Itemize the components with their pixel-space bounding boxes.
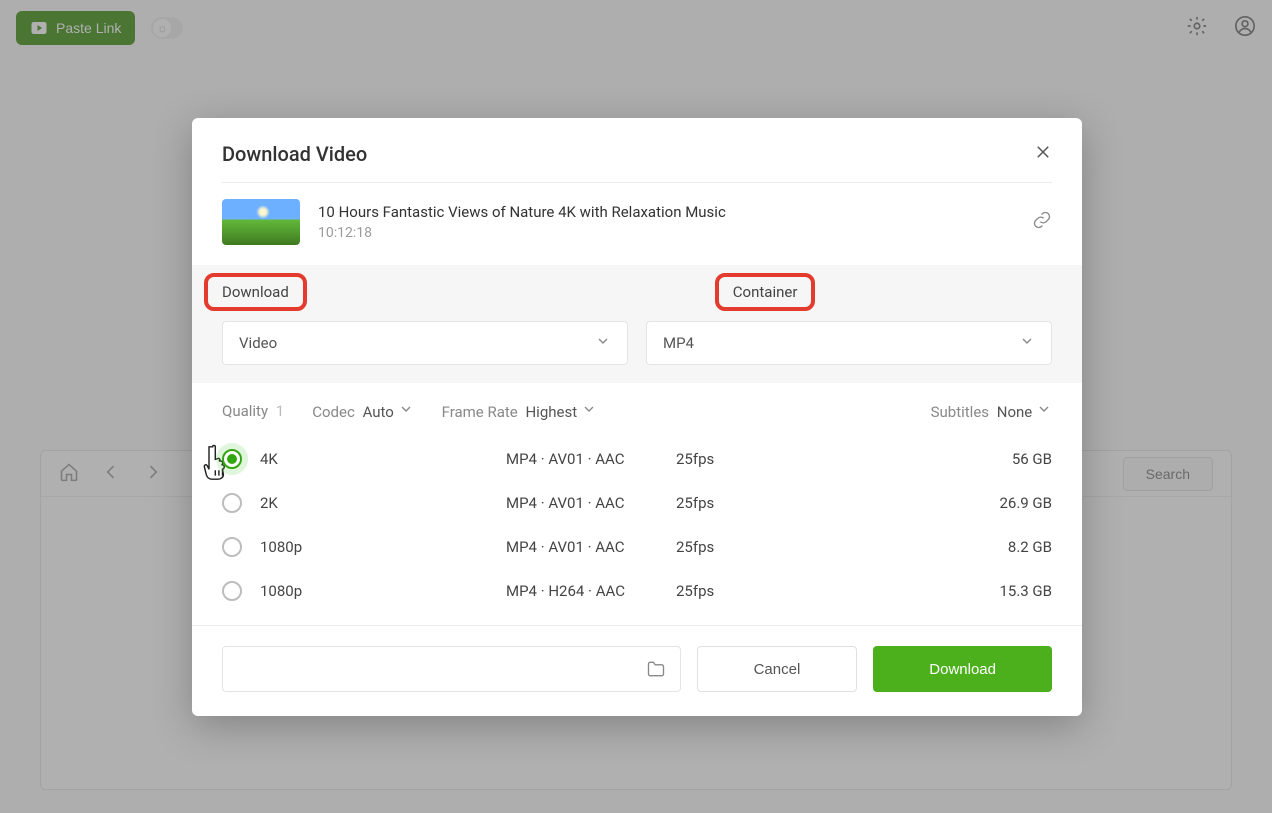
option-size: 15.3 GB xyxy=(926,582,1052,600)
chevron-down-icon xyxy=(1036,403,1052,421)
download-section-label: Download xyxy=(204,273,307,311)
video-meta: 10 Hours Fantastic Views of Nature 4K wi… xyxy=(318,203,1014,241)
option-quality: 4K xyxy=(260,450,506,468)
option-size: 26.9 GB xyxy=(926,494,1052,512)
quality-filter[interactable]: Quality 1 xyxy=(222,402,284,420)
option-fps: 25fps xyxy=(676,450,926,468)
subtitles-filter[interactable]: Subtitles None xyxy=(931,401,1052,421)
video-duration: 10:12:18 xyxy=(318,225,1014,241)
option-codec: MP4 · AV01 · AAC xyxy=(506,538,676,556)
chevron-down-icon xyxy=(398,403,414,421)
framerate-filter[interactable]: Frame Rate Highest xyxy=(442,401,597,421)
video-info-row: 10 Hours Fantastic Views of Nature 4K wi… xyxy=(192,183,1082,265)
chevron-down-icon xyxy=(581,403,597,421)
option-size: 56 GB xyxy=(926,450,1052,468)
radio-icon xyxy=(222,581,242,601)
option-quality: 1080p xyxy=(260,582,506,600)
chevron-down-icon xyxy=(1019,333,1035,353)
download-button[interactable]: Download xyxy=(873,646,1052,692)
container-type-value: MP4 xyxy=(663,334,694,352)
select-controls-row: Video MP4 xyxy=(192,311,1082,383)
codec-filter[interactable]: Codec Auto xyxy=(312,401,413,421)
download-video-modal: Download Video 10 Hours Fantastic Views … xyxy=(192,118,1082,716)
copy-link-button[interactable] xyxy=(1032,210,1052,234)
download-type-select[interactable]: Video xyxy=(222,321,628,365)
radio-icon xyxy=(222,493,242,513)
cancel-button[interactable]: Cancel xyxy=(697,646,858,692)
modal-header: Download Video xyxy=(192,118,1082,182)
option-codec: MP4 · AV01 · AAC xyxy=(506,494,676,512)
option-codec: MP4 · AV01 · AAC xyxy=(506,450,676,468)
video-thumbnail xyxy=(222,199,300,245)
modal-title: Download Video xyxy=(222,142,367,166)
radio-icon xyxy=(222,449,242,469)
video-title: 10 Hours Fantastic Views of Nature 4K wi… xyxy=(318,203,1014,221)
radio-icon xyxy=(222,537,242,557)
option-size: 8.2 GB xyxy=(926,538,1052,556)
select-labels-row: Download Container xyxy=(192,265,1082,311)
download-type-value: Video xyxy=(239,334,277,352)
quality-option-row[interactable]: 1080pMP4 · H264 · AAC25fps15.3 GB xyxy=(222,569,1052,613)
modal-footer: Cancel Download xyxy=(192,625,1082,716)
output-folder-field[interactable] xyxy=(222,646,681,692)
quality-option-list: 4KMP4 · AV01 · AAC25fps56 GB2KMP4 · AV01… xyxy=(192,431,1082,613)
close-icon xyxy=(1034,143,1052,161)
option-fps: 25fps xyxy=(676,494,926,512)
option-fps: 25fps xyxy=(676,538,926,556)
folder-icon xyxy=(646,659,666,679)
chevron-down-icon xyxy=(595,333,611,353)
filter-row: Quality 1 Codec Auto Frame Rate Highest … xyxy=(192,383,1082,431)
quality-option-row[interactable]: 1080pMP4 · AV01 · AAC25fps8.2 GB xyxy=(222,525,1052,569)
container-type-select[interactable]: MP4 xyxy=(646,321,1052,365)
quality-option-row[interactable]: 2KMP4 · AV01 · AAC25fps26.9 GB xyxy=(222,481,1052,525)
container-section-label: Container xyxy=(715,273,816,311)
option-codec: MP4 · H264 · AAC xyxy=(506,582,676,600)
option-quality: 1080p xyxy=(260,538,506,556)
close-button[interactable] xyxy=(1034,143,1052,166)
option-fps: 25fps xyxy=(676,582,926,600)
quality-option-row[interactable]: 4KMP4 · AV01 · AAC25fps56 GB xyxy=(222,437,1052,481)
option-quality: 2K xyxy=(260,494,506,512)
link-icon xyxy=(1032,210,1052,230)
